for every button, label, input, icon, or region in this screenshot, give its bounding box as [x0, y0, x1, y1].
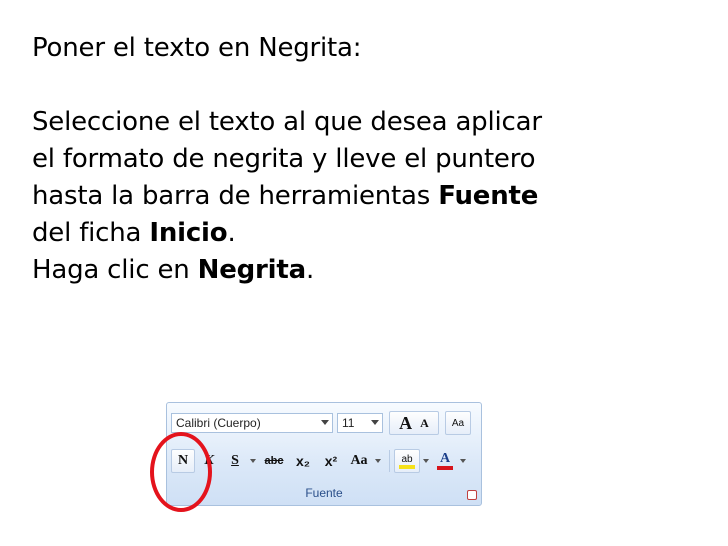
- instruction-line-5: Haga clic en Negrita.: [32, 252, 712, 289]
- instruction-line-2: el formato de negrita y lleve el puntero: [32, 144, 536, 174]
- strikethrough-button[interactable]: abc: [260, 449, 288, 473]
- superscript-button[interactable]: x²: [318, 449, 344, 473]
- instruction-line-3-text: hasta la barra de herramientas: [32, 181, 439, 211]
- slide-body: Poner el texto en Negrita: Seleccione el…: [32, 30, 712, 289]
- instruction-line-5-text: Haga clic en: [32, 255, 198, 285]
- clear-formatting-icon: Aa: [451, 417, 465, 429]
- highlight-swatch: [399, 464, 415, 469]
- slide-title: Poner el texto en Negrita:: [32, 33, 362, 63]
- font-ribbon-group: Calibri (Cuerpo) 11 A A Aa N K S abc x₂ …: [166, 402, 482, 506]
- chevron-down-icon[interactable]: [250, 459, 256, 463]
- annotation-circle: [150, 432, 212, 512]
- instruction-line-5-end: .: [305, 255, 315, 285]
- chevron-down-icon[interactable]: [460, 459, 466, 463]
- font-row-2: N K S abc x₂ x² Aa ab A: [171, 449, 470, 473]
- change-case-button[interactable]: Aa: [346, 449, 372, 473]
- chevron-down-icon: [321, 420, 329, 425]
- font-size-value: 11: [342, 416, 355, 430]
- font-color-label: A: [439, 451, 451, 466]
- instruction-line-3: hasta la barra de herramientas Fuente: [32, 178, 712, 215]
- group-label: Fuente: [305, 486, 343, 500]
- shrink-font-button[interactable]: A: [420, 416, 429, 431]
- highlight-label: ab: [401, 453, 413, 465]
- instruction-line-4-text: del ficha: [32, 218, 150, 248]
- chevron-down-icon[interactable]: [423, 459, 429, 463]
- font-row-1: Calibri (Cuerpo) 11 A A Aa: [171, 411, 473, 435]
- instruction-line-4: del ficha Inicio.: [32, 215, 712, 252]
- clear-formatting-button[interactable]: Aa: [445, 411, 471, 435]
- instruction-line-4-end: .: [227, 218, 236, 248]
- chevron-down-icon: [371, 420, 379, 425]
- fuente-bold-text: Fuente: [438, 181, 539, 211]
- grow-font-button[interactable]: A: [399, 413, 412, 434]
- font-color-swatch: [437, 466, 453, 470]
- negrita-bold-text: Negrita: [197, 255, 307, 285]
- underline-button[interactable]: S: [223, 449, 247, 473]
- font-color-button[interactable]: A: [433, 449, 457, 473]
- instruction-line-1: Seleccione el texto al que desea aplicar: [32, 107, 542, 137]
- chevron-down-icon[interactable]: [375, 459, 381, 463]
- font-name-value: Calibri (Cuerpo): [176, 416, 261, 430]
- ribbon-separator: [389, 450, 390, 472]
- inicio-bold-text: Inicio: [149, 218, 228, 248]
- grow-shrink-buttons: A A: [389, 411, 439, 435]
- dialog-launcher-icon[interactable]: [467, 490, 477, 500]
- font-name-combo[interactable]: Calibri (Cuerpo): [171, 413, 333, 433]
- subscript-button[interactable]: x₂: [290, 449, 316, 473]
- highlight-button[interactable]: ab: [394, 449, 420, 473]
- font-size-combo[interactable]: 11: [337, 413, 383, 433]
